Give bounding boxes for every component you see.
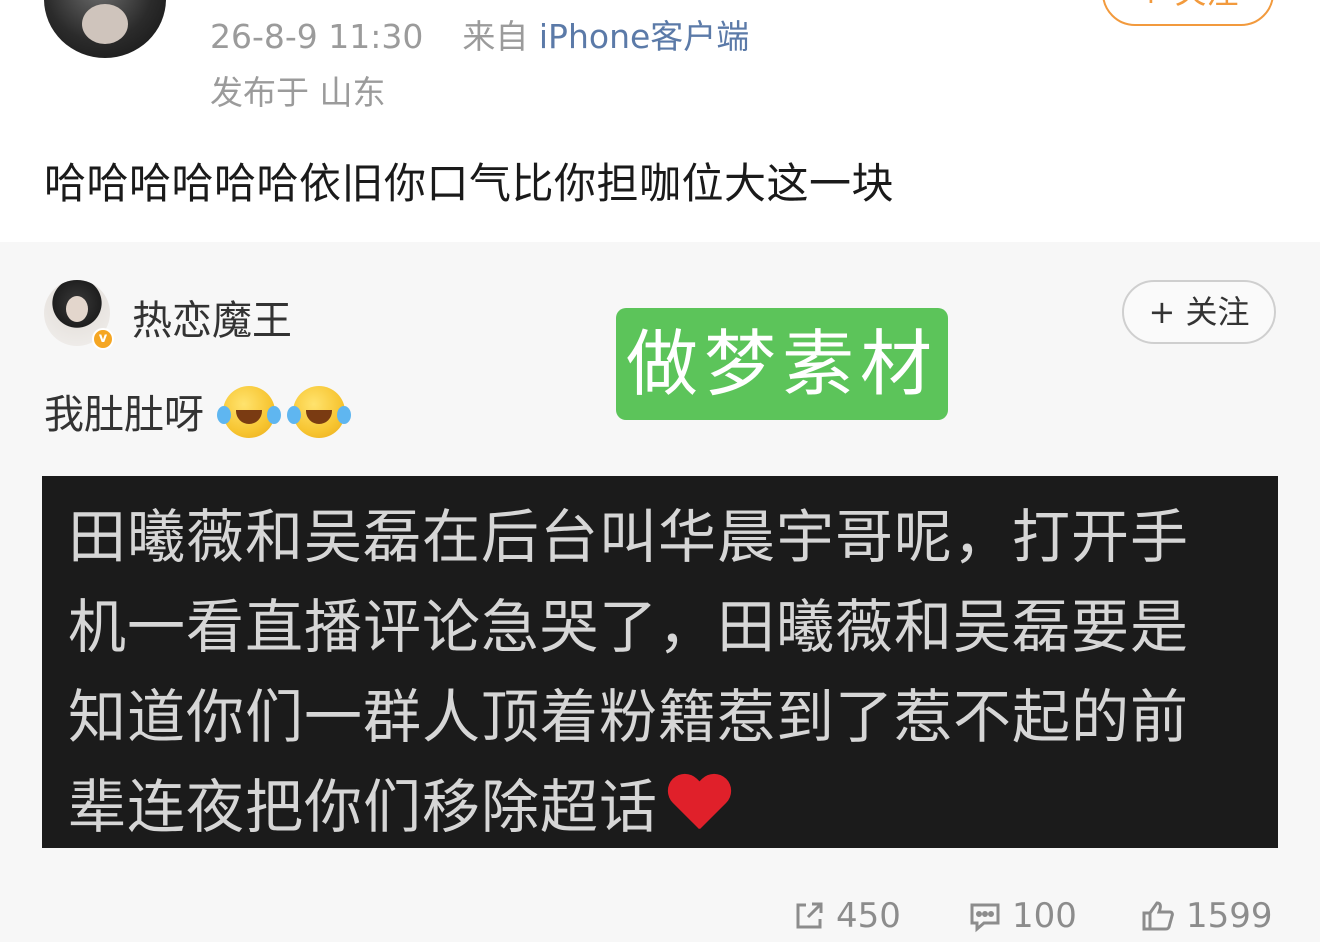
quoted-username[interactable]: 热恋魔王 — [132, 288, 292, 346]
image-text-line: 田曦薇和吴磊在后台叫华晨宇哥呢，打开手 — [68, 503, 1190, 571]
repost-button[interactable]: 450 — [792, 896, 901, 940]
heart-emoji-icon — [666, 775, 732, 835]
like-count: 1599 — [1186, 896, 1273, 936]
avatar-face — [82, 4, 128, 44]
post-source[interactable]: iPhone客户端 — [539, 17, 749, 56]
watermark-label: 做梦素材 — [616, 308, 948, 420]
image-text-line-last: 辈连夜把你们移除超话 — [68, 760, 732, 844]
follow-button[interactable]: + 关注 — [1102, 0, 1274, 26]
quoted-image[interactable]: 田曦薇和吴磊在后台叫华晨宇哥呢，打开手 机一看直播评论急哭了，田曦薇和吴磊要是 … — [42, 476, 1278, 848]
post-location: 发布于 山东 — [210, 73, 386, 112]
share-icon — [796, 902, 823, 929]
image-text-line: 辈连夜把你们移除超话 — [68, 773, 659, 841]
quoted-text-body: 我肚肚呀 — [44, 392, 204, 438]
repost-count: 450 — [836, 896, 901, 936]
author-avatar[interactable] — [44, 0, 166, 58]
image-text-line: 知道你们一群人顶着粉籍惹到了惹不起的前 — [68, 683, 1190, 751]
image-text-line: 机一看直播评论急哭了，田曦薇和吴磊要是 — [68, 593, 1190, 661]
post-timestamp: 26-8-9 11:30 — [210, 17, 424, 56]
from-prefix: 来自 — [462, 17, 529, 56]
quoted-follow-button[interactable]: + 关注 — [1122, 280, 1276, 344]
comment-button[interactable]: 100 — [968, 896, 1077, 940]
quoted-post-card[interactable]: v 热恋魔王 + 关注 我肚肚呀 做梦素材 田曦薇和吴磊在后台叫华晨宇哥呢，打开… — [0, 242, 1320, 942]
rofl-emoji-icon — [216, 386, 281, 438]
verified-badge-icon: v — [92, 328, 114, 350]
post-meta: 26-8-9 11:30 来自 iPhone客户端 — [210, 10, 749, 58]
like-button[interactable]: 1599 — [1140, 896, 1273, 940]
post-text: 哈哈哈哈哈哈依旧你口气比你担咖位大这一块 — [44, 159, 895, 208]
comment-count: 100 — [1012, 896, 1077, 936]
comment-icon — [970, 903, 1000, 933]
rofl-emoji-icon — [287, 386, 352, 438]
thumbs-up-icon — [1142, 901, 1174, 931]
quoted-text: 我肚肚呀 — [44, 382, 352, 440]
avatar-face — [66, 296, 88, 322]
